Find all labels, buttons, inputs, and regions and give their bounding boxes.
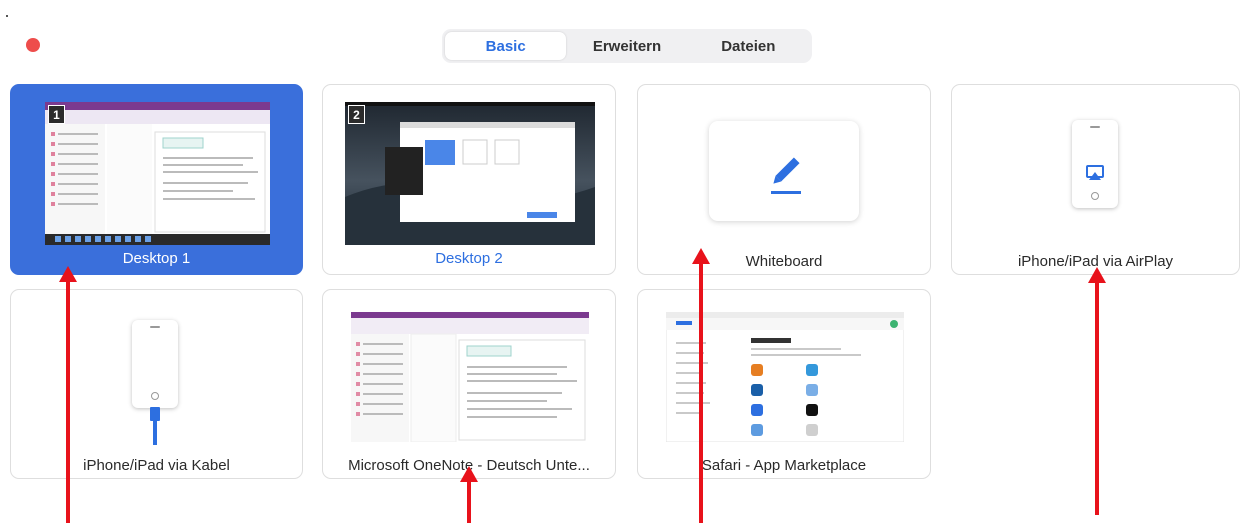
desktop-2-label: Desktop 2 bbox=[435, 250, 503, 267]
whiteboard-preview bbox=[709, 121, 859, 221]
desktop-1-thumbnail: 1 bbox=[45, 102, 270, 245]
annotation-arrow-4 bbox=[1088, 267, 1106, 515]
phone-speaker bbox=[150, 326, 160, 328]
card-desktop-2[interactable]: 2 Desktop 2 bbox=[322, 84, 616, 275]
onenote-thumbnail bbox=[351, 312, 589, 442]
desktop-1-preview bbox=[45, 102, 270, 245]
card-whiteboard[interactable]: Whiteboard bbox=[637, 84, 931, 275]
card-safari[interactable]: Safari - App Marketplace bbox=[637, 289, 931, 479]
phone-home-button bbox=[1091, 192, 1099, 200]
stray-dot bbox=[6, 15, 8, 17]
desktop-1-label: Desktop 1 bbox=[122, 250, 191, 267]
card-kabel[interactable]: iPhone/iPad via Kabel bbox=[10, 289, 303, 479]
desktop-2-preview bbox=[345, 102, 595, 245]
card-onenote[interactable]: Microsoft OneNote - Deutsch Unte... bbox=[322, 289, 616, 479]
display-badge-1: 1 bbox=[48, 105, 65, 124]
card-airplay[interactable]: iPhone/iPad via AirPlay bbox=[951, 84, 1240, 275]
close-window-button[interactable] bbox=[26, 38, 40, 52]
whiteboard-label: Whiteboard bbox=[745, 253, 823, 270]
pen-icon bbox=[771, 157, 801, 194]
onenote-preview bbox=[351, 312, 589, 442]
card-desktop-1[interactable]: 1 Desktop 1 bbox=[10, 84, 303, 275]
tab-dateien[interactable]: Dateien bbox=[688, 32, 809, 60]
display-badge-2: 2 bbox=[348, 105, 365, 124]
safari-label: Safari - App Marketplace bbox=[701, 457, 867, 474]
annotation-arrow-2 bbox=[460, 466, 478, 523]
kabel-label: iPhone/iPad via Kabel bbox=[83, 457, 230, 474]
tab-basic[interactable]: Basic bbox=[445, 32, 567, 60]
annotation-arrow-1 bbox=[59, 266, 77, 523]
cable-icon bbox=[150, 407, 160, 445]
tab-erweitern[interactable]: Erweitern bbox=[566, 32, 687, 60]
share-tabbar: Basic Erweitern Dateien bbox=[442, 29, 812, 63]
annotation-arrow-3 bbox=[692, 248, 710, 523]
iphone-airplay-preview bbox=[1072, 120, 1118, 208]
iphone-kabel-preview bbox=[132, 320, 178, 408]
desktop-2-thumbnail: 2 bbox=[345, 102, 595, 245]
phone-home-button bbox=[151, 392, 159, 400]
